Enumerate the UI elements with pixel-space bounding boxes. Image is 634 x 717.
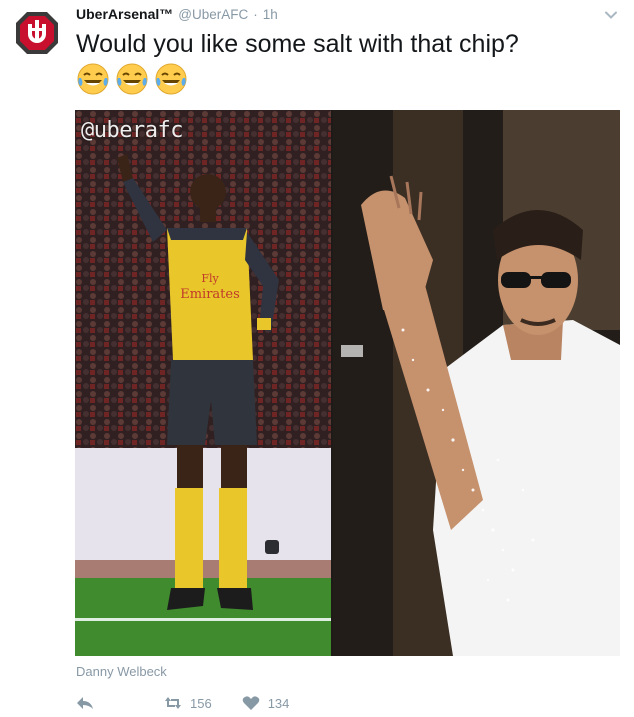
retweet-count: 156 [190, 695, 212, 711]
avatar[interactable] [14, 10, 60, 56]
like-button[interactable]: 134 [242, 695, 290, 711]
svg-text:Fly: Fly [201, 272, 219, 285]
reply-icon [77, 697, 93, 709]
user-handle[interactable]: @UberAFC [178, 7, 248, 22]
media-photo-footballer: Fly Emirates [75, 110, 331, 656]
emoji-row [76, 62, 188, 96]
tweet: UberArsenal™ @UberAFC · 1h Would you lik… [0, 0, 634, 717]
reply-button[interactable] [76, 695, 96, 711]
tweet-header: UberArsenal™ @UberAFC · 1h [76, 6, 278, 26]
retweet-button[interactable]: 156 [164, 695, 212, 711]
media-photo-salt-sprinkle [333, 110, 620, 656]
display-name[interactable]: UberArsenal™ [76, 6, 173, 22]
svg-text:Emirates: Emirates [180, 287, 240, 302]
like-count: 134 [267, 695, 290, 711]
tweet-media[interactable]: Fly Emirates @uberafc [75, 110, 620, 656]
tweet-text: Would you like some salt with that chip? [76, 30, 519, 58]
retweet-icon [165, 697, 181, 709]
heart-icon [242, 696, 259, 710]
tweet-actions: 156 134 [76, 692, 289, 714]
tears-of-joy-emoji-icon [77, 63, 109, 95]
media-watermark: @uberafc [81, 118, 183, 143]
tears-of-joy-emoji-icon [116, 63, 148, 95]
timestamp[interactable]: 1h [263, 7, 278, 22]
tears-of-joy-emoji-icon [155, 63, 187, 95]
chevron-down-icon[interactable] [604, 8, 618, 22]
separator: · [253, 7, 258, 22]
media-caption: Danny Welbeck [76, 664, 167, 679]
